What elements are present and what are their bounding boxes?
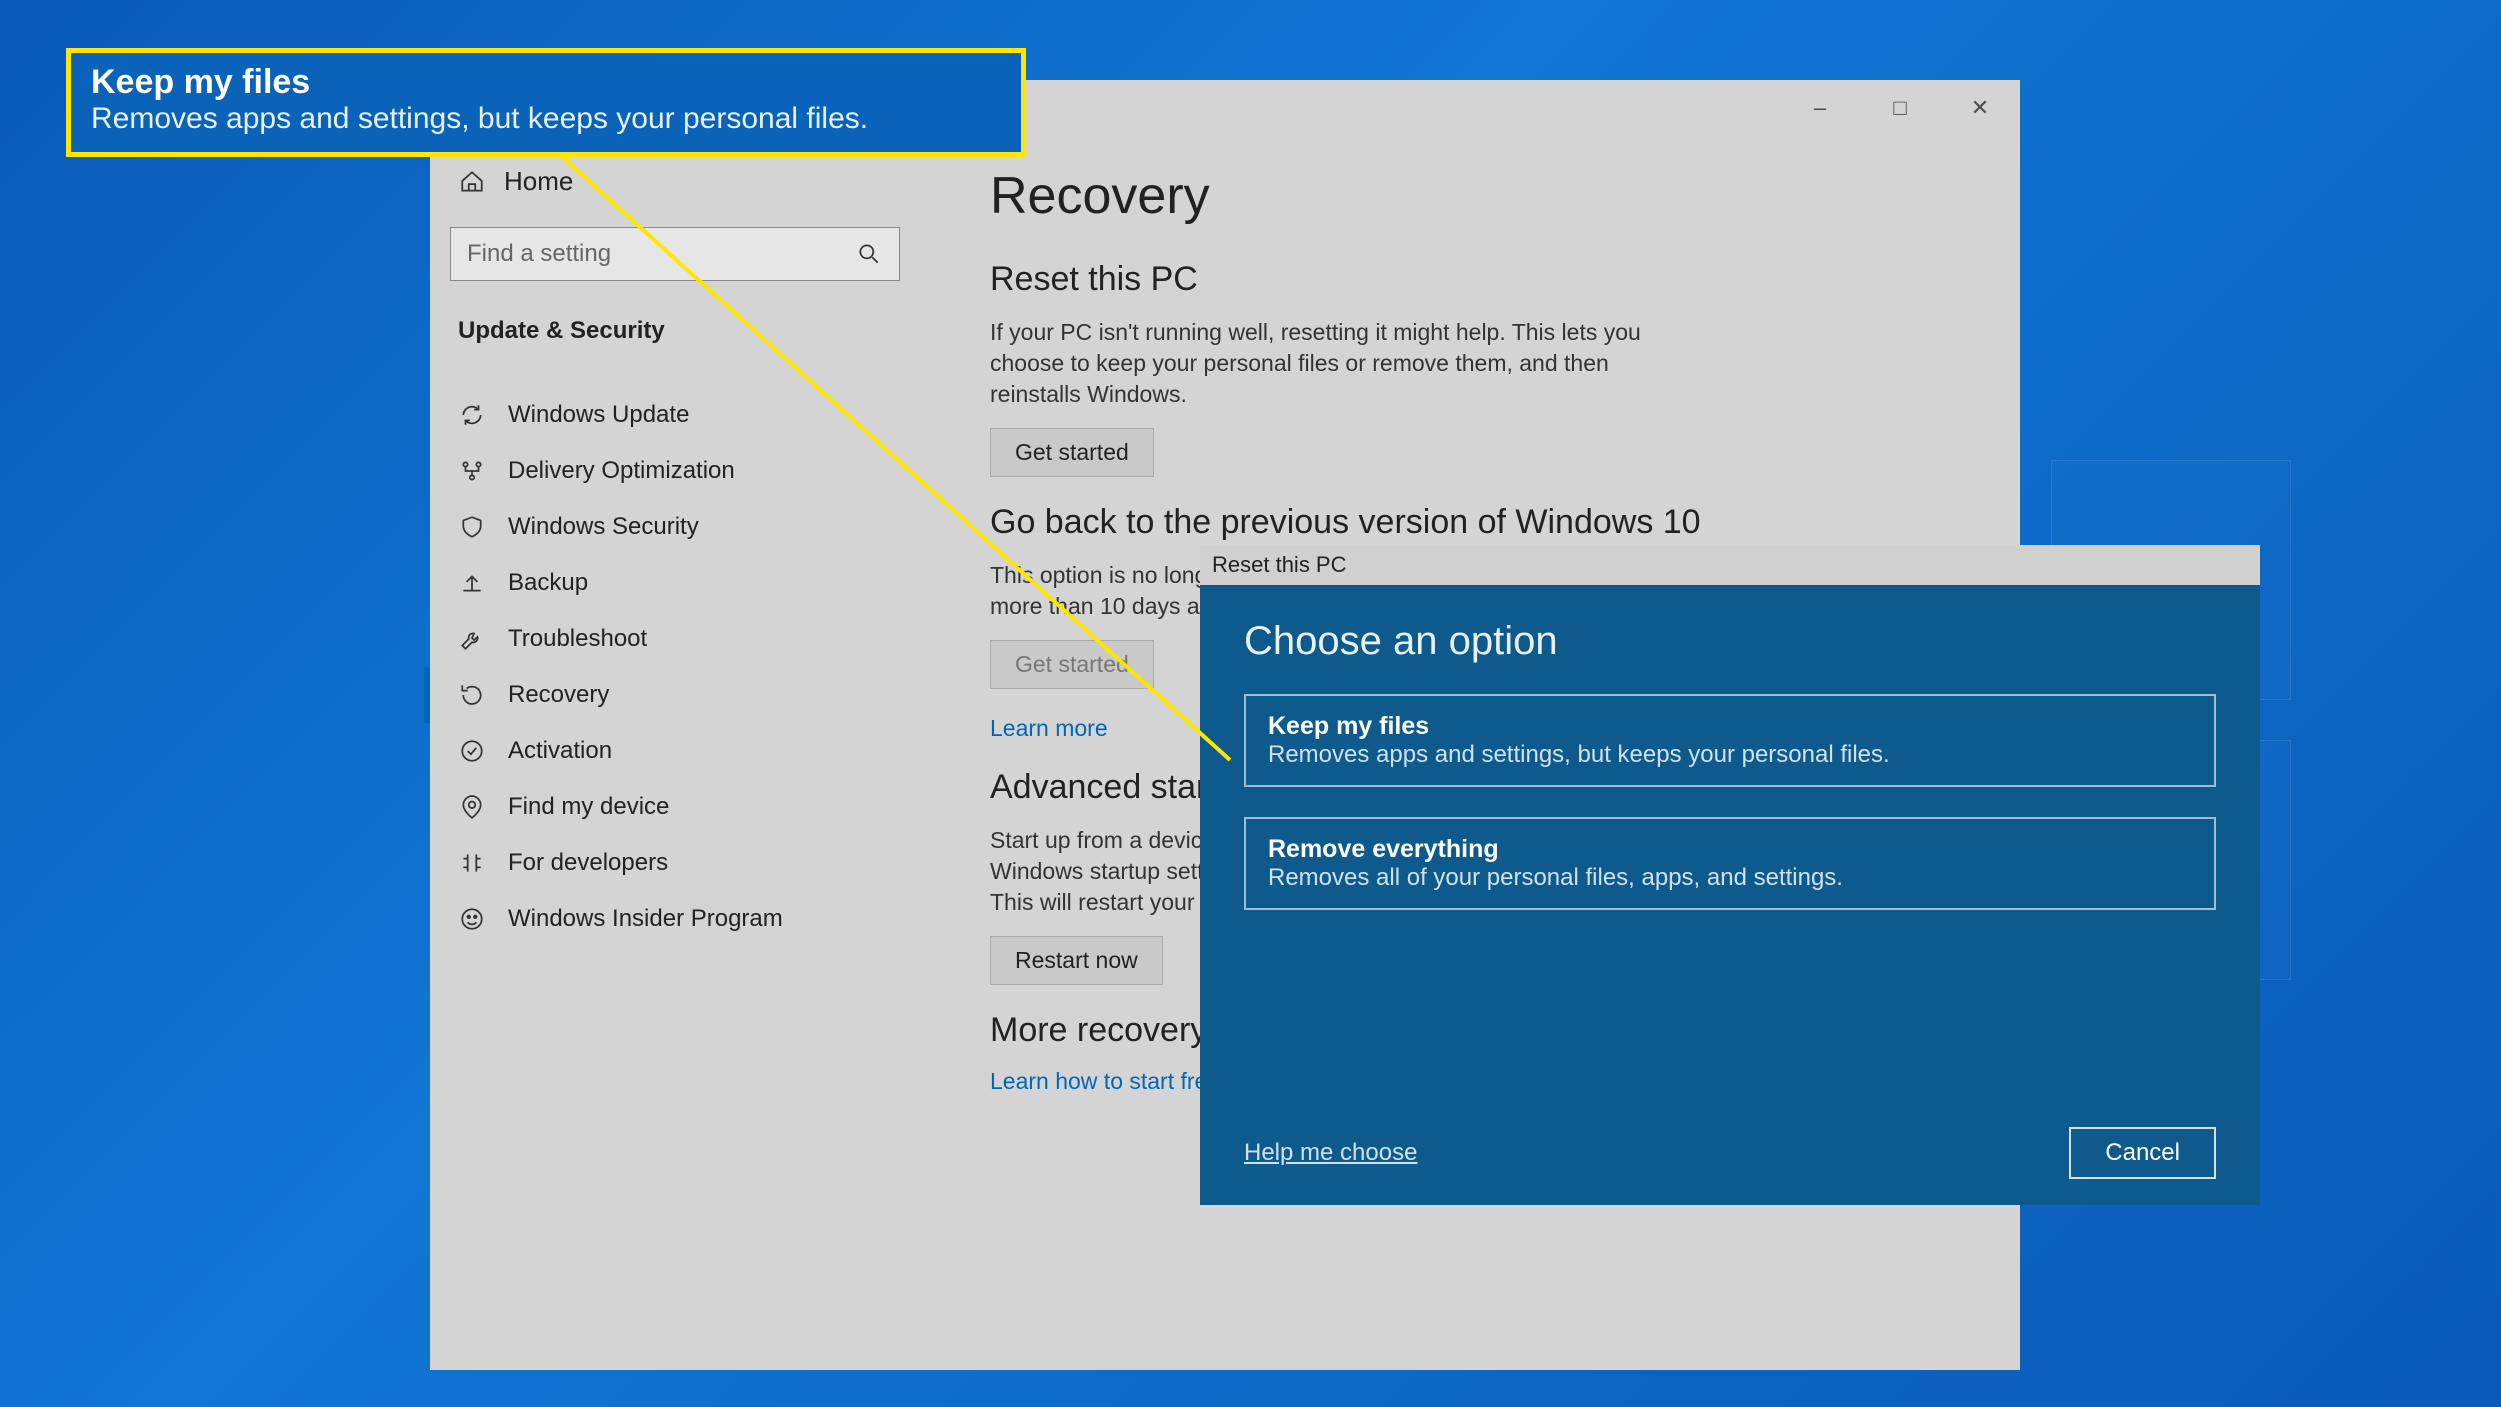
sidebar-item-recovery[interactable]: Recovery xyxy=(424,667,910,723)
dialog-titlebar: Reset this PC xyxy=(1200,545,2260,585)
sync-icon xyxy=(458,401,486,429)
option-title: Keep my files xyxy=(1268,712,2192,741)
search-icon xyxy=(855,240,883,268)
category-label: Update & Security xyxy=(458,317,902,345)
home-label: Home xyxy=(504,166,573,197)
sidebar-item-label: Troubleshoot xyxy=(508,625,647,653)
minimize-button[interactable]: – xyxy=(1780,80,1860,136)
sidebar-item-windows-update[interactable]: Windows Update xyxy=(450,387,910,443)
sidebar-item-label: Backup xyxy=(508,569,588,597)
maximize-button[interactable]: □ xyxy=(1860,80,1940,136)
callout-desc: Removes apps and settings, but keeps you… xyxy=(91,102,1001,136)
settings-sidebar: Home Find a setting Update & Security Wi… xyxy=(430,136,930,977)
backup-icon xyxy=(458,569,486,597)
sidebar-item-label: Delivery Optimization xyxy=(508,457,735,485)
insider-icon xyxy=(458,905,486,933)
option-desc: Removes apps and settings, but keeps you… xyxy=(1268,741,2192,769)
delivery-icon xyxy=(458,457,486,485)
reset-heading: Reset this PC xyxy=(990,260,1980,299)
check-icon xyxy=(458,737,486,765)
help-me-choose-link[interactable]: Help me choose xyxy=(1244,1139,1417,1167)
recovery-icon xyxy=(458,681,486,709)
sidebar-item-insider[interactable]: Windows Insider Program xyxy=(450,891,910,947)
sidebar-item-find-my-device[interactable]: Find my device xyxy=(450,779,910,835)
developer-icon xyxy=(458,849,486,877)
home-link[interactable]: Home xyxy=(458,166,902,197)
reset-get-started-button[interactable]: Get started xyxy=(990,428,1154,477)
goback-heading: Go back to the previous version of Windo… xyxy=(990,503,1980,542)
sidebar-item-label: Windows Security xyxy=(508,513,699,541)
cancel-button[interactable]: Cancel xyxy=(2069,1127,2216,1179)
sidebar-item-label: Find my device xyxy=(508,793,669,821)
sidebar-item-backup[interactable]: Backup xyxy=(450,555,910,611)
reset-desc: If your PC isn't running well, resetting… xyxy=(990,317,1690,410)
wrench-icon xyxy=(458,625,486,653)
option-title: Remove everything xyxy=(1268,835,2192,864)
reset-dialog: Reset this PC Choose an option Keep my f… xyxy=(1200,545,2260,1205)
option-remove-everything[interactable]: Remove everything Removes all of your pe… xyxy=(1244,817,2216,910)
page-title: Recovery xyxy=(990,166,1980,226)
location-icon xyxy=(458,793,486,821)
search-placeholder: Find a setting xyxy=(467,240,611,268)
goback-get-started-button: Get started xyxy=(990,640,1154,689)
home-icon xyxy=(458,168,486,196)
dialog-titlebar-text: Reset this PC xyxy=(1212,552,1347,578)
restart-now-button[interactable]: Restart now xyxy=(990,936,1163,985)
sidebar-item-label: Windows Update xyxy=(508,401,689,429)
sidebar-item-for-developers[interactable]: For developers xyxy=(450,835,910,891)
search-input[interactable]: Find a setting xyxy=(450,227,900,281)
option-desc: Removes all of your personal files, apps… xyxy=(1268,864,2192,892)
close-button[interactable]: ✕ xyxy=(1940,80,2020,136)
dialog-heading: Choose an option xyxy=(1244,619,2216,664)
callout-title: Keep my files xyxy=(91,63,1001,102)
sidebar-item-troubleshoot[interactable]: Troubleshoot xyxy=(450,611,910,667)
sidebar-item-label: Windows Insider Program xyxy=(508,905,783,933)
sidebar-item-label: For developers xyxy=(508,849,668,877)
sidebar-item-delivery-optimization[interactable]: Delivery Optimization xyxy=(450,443,910,499)
option-keep-my-files[interactable]: Keep my files Removes apps and settings,… xyxy=(1244,694,2216,787)
sidebar-item-activation[interactable]: Activation xyxy=(450,723,910,779)
annotation-callout: Keep my files Removes apps and settings,… xyxy=(66,48,1026,157)
sidebar-item-windows-security[interactable]: Windows Security xyxy=(450,499,910,555)
shield-icon xyxy=(458,513,486,541)
sidebar-item-label: Recovery xyxy=(508,681,609,709)
sidebar-item-label: Activation xyxy=(508,737,612,765)
